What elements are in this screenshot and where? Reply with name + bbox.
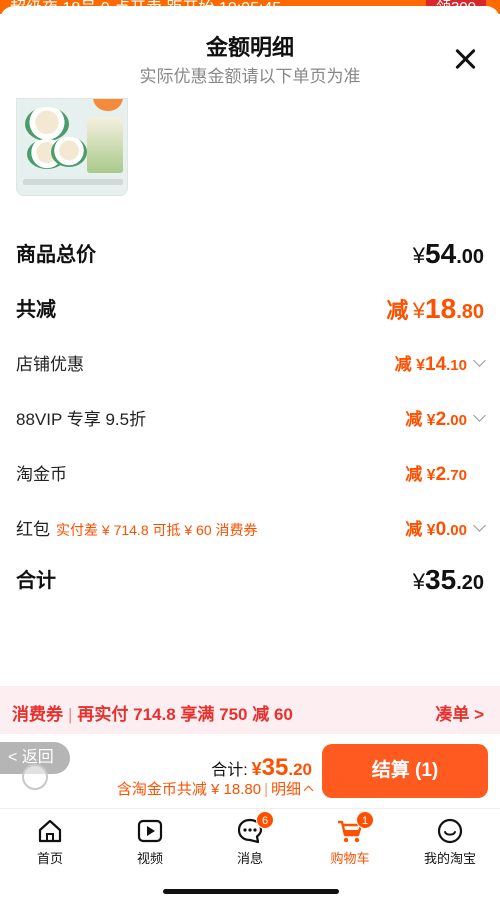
row-red-packet[interactable]: 红包 实付差 ¥ 714.8 可抵 ¥ 60 消费券 减 ¥0.00 bbox=[16, 515, 486, 555]
floating-circle-icon[interactable] bbox=[22, 764, 48, 790]
bottom-tab-bar: 首页 视频 6 消息 1 购物车 我的淘宝 bbox=[0, 808, 500, 872]
row-vip-discount[interactable]: 88VIP 专享 9.5折 减 ¥2.00 bbox=[16, 405, 486, 445]
coin-discount-value: 减 ¥2.70 bbox=[405, 464, 467, 485]
chevron-down-icon[interactable] bbox=[473, 519, 486, 532]
close-icon[interactable] bbox=[452, 46, 478, 72]
chevron-up-icon bbox=[303, 785, 314, 796]
tab-cart[interactable]: 1 购物车 bbox=[310, 811, 390, 867]
coupon-promo-bar: 消费券 | 再实付 714.8 享满 750 减 60 凑单 > bbox=[0, 686, 500, 734]
tab-home[interactable]: 首页 bbox=[10, 817, 90, 867]
sheet-title: 金额明细 bbox=[205, 35, 294, 60]
shop-discount-value: 减 ¥14.10 bbox=[395, 350, 486, 376]
row-sum: 合计 ¥35.20 bbox=[16, 564, 484, 604]
cart-badge: 1 bbox=[356, 811, 374, 829]
checkout-discount-summary: 含淘金币共减 ¥ 18.80 | 明细 bbox=[117, 778, 314, 799]
total-price-value: ¥54.00 bbox=[412, 238, 484, 269]
tab-video[interactable]: 视频 bbox=[110, 817, 190, 867]
detail-toggle[interactable]: 明细 bbox=[271, 781, 314, 798]
message-badge: 6 bbox=[256, 811, 274, 829]
chevron-down-icon[interactable] bbox=[473, 354, 486, 367]
row-label: 88VIP 专享 9.5折 bbox=[16, 410, 147, 429]
row-shop-discount[interactable]: 店铺优惠 减 ¥14.10 bbox=[16, 350, 486, 390]
total-reduce-value: 减 ¥18.80 bbox=[386, 293, 484, 324]
promo-text: 消费券 | 再实付 714.8 享满 750 减 60 bbox=[12, 705, 293, 724]
red-packet-note: 实付差 ¥ 714.8 可抵 ¥ 60 消费券 bbox=[56, 522, 258, 538]
row-total-reduce: 共减 减 ¥18.80 bbox=[16, 293, 484, 333]
sheet-subtitle: 实际优惠金额请以下单页为准 bbox=[139, 67, 361, 86]
row-total-price: 商品总价 ¥54.00 bbox=[16, 238, 484, 278]
row-label: 共减 bbox=[16, 299, 56, 321]
product-can-image bbox=[25, 107, 69, 141]
home-icon bbox=[38, 819, 62, 843]
tab-messages[interactable]: 6 消息 bbox=[210, 811, 290, 867]
sum-value: ¥35.20 bbox=[412, 564, 484, 595]
tab-profile[interactable]: 我的淘宝 bbox=[410, 817, 490, 867]
chevron-down-icon[interactable] bbox=[473, 409, 486, 422]
checkout-button[interactable]: 结算 (1) bbox=[322, 744, 488, 798]
row-coin-discount: 淘金币 减 ¥2.70 bbox=[16, 460, 484, 500]
row-label: 合计 bbox=[16, 570, 56, 592]
product-caption-strip bbox=[23, 179, 123, 185]
row-label: 商品总价 bbox=[16, 244, 96, 266]
add-items-link[interactable]: 凑单 > bbox=[435, 700, 484, 725]
vip-discount-value: 减 ¥2.00 bbox=[405, 405, 486, 431]
product-tag-icon bbox=[93, 99, 123, 111]
video-icon bbox=[137, 819, 163, 843]
row-label: 店铺优惠 bbox=[16, 355, 84, 374]
home-indicator bbox=[163, 889, 339, 894]
profile-icon bbox=[437, 818, 463, 844]
product-can-image bbox=[51, 137, 87, 167]
product-thumbnail bbox=[16, 98, 128, 196]
product-bag-image bbox=[87, 117, 123, 173]
red-packet-value: 减 ¥0.00 bbox=[405, 515, 486, 541]
row-label: 淘金币 bbox=[16, 465, 67, 484]
row-label: 红包 实付差 ¥ 714.8 可抵 ¥ 60 消费券 bbox=[16, 520, 258, 539]
